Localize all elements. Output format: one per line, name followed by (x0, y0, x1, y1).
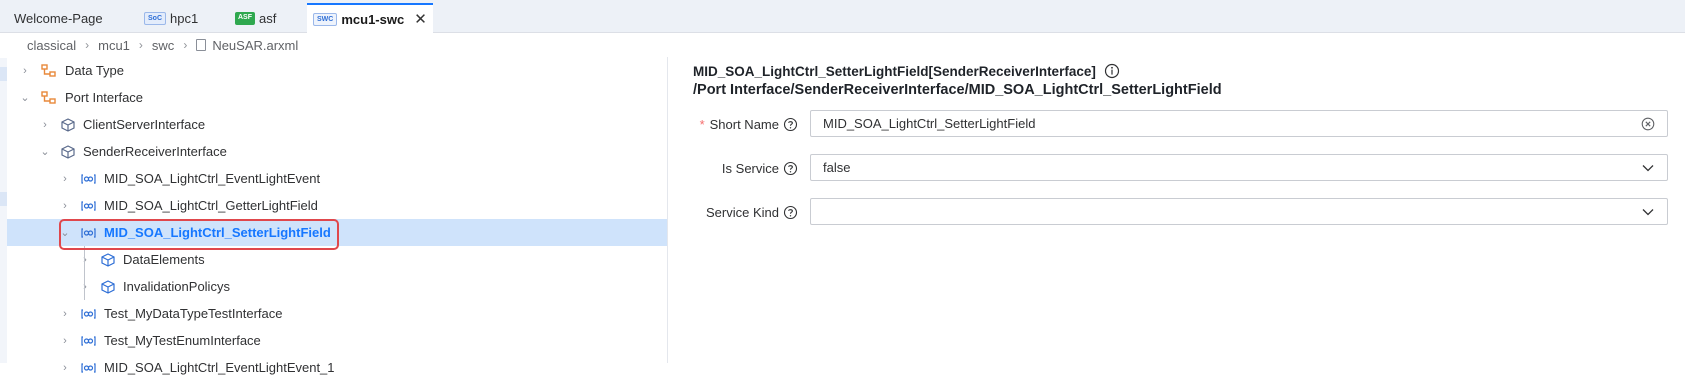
chevron-right-icon: › (85, 38, 90, 52)
tree-item-port-interface[interactable]: ⌄ Port Interface (7, 84, 667, 111)
tree-item-data-type[interactable]: › Data Type (7, 57, 667, 84)
tree-item-sender-receiver-interface[interactable]: ⌄ SenderReceiverInterface (7, 138, 667, 165)
chevron-right-icon[interactable]: › (39, 119, 51, 131)
swc-badge: SWC (313, 12, 338, 26)
short-name-value: MID_SOA_LightCtrl_SetterLightField (823, 116, 1036, 131)
breadcrumb: classical › mcu1 › swc › NeuSAR.arxml (27, 35, 298, 55)
info-icon[interactable] (1104, 63, 1120, 79)
short-name-label-text: Short Name (709, 116, 779, 132)
tree-item-label: Test_MyTestEnumInterface (104, 333, 261, 348)
short-name-input[interactable]: MID_SOA_LightCtrl_SetterLightField (810, 110, 1668, 137)
breadcrumb-item[interactable]: NeuSAR.arxml (212, 38, 298, 53)
tree-item-label: MID_SOA_LightCtrl_EventLightEvent (104, 171, 321, 186)
clear-icon[interactable] (1641, 117, 1655, 131)
asf-badge: ASF (235, 11, 255, 25)
chevron-right-icon: › (138, 38, 143, 52)
selection-highlight (59, 219, 339, 250)
chevron-right-icon[interactable]: › (59, 173, 71, 185)
detail-path: /Port Interface/SenderReceiverInterface/… (693, 82, 1222, 98)
tab-label: mcu1-swc (341, 11, 405, 27)
box-icon (101, 279, 115, 294)
tree-view: › Data Type ⌄ Port Interface › ClientSer… (7, 57, 667, 375)
detail-title-text: MID_SOA_LightCtrl_SetterLightField[Sende… (693, 63, 1096, 79)
tab-mcu1-swc[interactable]: SWC mcu1-swc ✕ (307, 3, 433, 33)
tree-item-event-light-event-1[interactable]: › MID_SOA_LightCtrl_EventLightEvent_1 (7, 354, 667, 381)
chevron-right-icon[interactable]: › (79, 254, 91, 266)
link-icon (81, 362, 96, 374)
gutter-marker (0, 67, 7, 81)
box-icon (61, 144, 75, 159)
tab-hpc1[interactable]: SoC hpc1 (144, 3, 198, 33)
service-kind-select[interactable] (810, 198, 1668, 225)
left-gutter (0, 58, 7, 363)
service-kind-label-text: Service Kind (706, 204, 779, 220)
detail-title: MID_SOA_LightCtrl_SetterLightField[Sende… (693, 63, 1120, 79)
tree-item-data-elements[interactable]: › DataElements (7, 246, 667, 273)
tree-item-label: MID_SOA_LightCtrl_EventLightEvent_1 (104, 360, 335, 375)
chevron-down-icon[interactable] (1641, 163, 1655, 173)
breadcrumb-item[interactable]: classical (27, 38, 76, 53)
question-icon[interactable] (783, 161, 798, 176)
required-mark: * (699, 116, 705, 132)
editor-tab-bar: Welcome-Page SoC hpc1 ASF asf SWC mcu1-s… (0, 0, 1685, 33)
breadcrumb-item[interactable]: swc (152, 38, 174, 53)
tree-item-label: InvalidationPolicys (123, 279, 230, 294)
is-service-label-text: Is Service (721, 160, 779, 176)
tree-item-label: Test_MyDataTypeTestInterface (104, 306, 283, 321)
tab-asf[interactable]: ASF asf (235, 3, 276, 33)
link-icon (81, 335, 96, 347)
tree-item-label: ClientServerInterface (83, 117, 206, 132)
link-icon (81, 308, 96, 320)
tree-item-label: SenderReceiverInterface (83, 144, 227, 159)
tree-item-event-light-event[interactable]: › MID_SOA_LightCtrl_EventLightEvent (7, 165, 667, 192)
chevron-right-icon[interactable]: › (59, 362, 71, 374)
link-icon (81, 200, 96, 212)
is-service-select[interactable]: false (810, 154, 1668, 181)
tree-item-label: Data Type (65, 63, 125, 78)
tab-label: asf (259, 10, 277, 26)
chevron-right-icon[interactable]: › (19, 65, 31, 77)
chevron-right-icon[interactable]: › (59, 200, 71, 212)
box-icon (61, 117, 75, 132)
indent-guide (84, 246, 85, 300)
is-service-label: Is Service (598, 158, 798, 178)
soc-badge: SoC (144, 11, 166, 25)
tree-item-label: DataElements (123, 252, 205, 267)
tree-item-client-server-interface[interactable]: › ClientServerInterface (7, 111, 667, 138)
box-icon (101, 252, 115, 267)
question-icon[interactable] (783, 117, 798, 132)
hierarchy-icon (41, 63, 57, 78)
tab-welcome-page[interactable]: Welcome-Page (14, 3, 103, 33)
tab-label: Welcome-Page (14, 10, 103, 26)
close-icon[interactable]: ✕ (414, 10, 427, 28)
tree-item-test-my-data-type-test-interface[interactable]: › Test_MyDataTypeTestInterface (7, 300, 667, 327)
chevron-right-icon: › (183, 38, 188, 52)
tree-item-getter-light-field[interactable]: › MID_SOA_LightCtrl_GetterLightField (7, 192, 667, 219)
short-name-label: * Short Name (598, 114, 798, 134)
link-icon (81, 173, 96, 185)
tree-item-test-my-test-enum-interface[interactable]: › Test_MyTestEnumInterface (7, 327, 667, 354)
chevron-down-icon[interactable] (1641, 207, 1655, 217)
chevron-down-icon[interactable]: ⌄ (39, 145, 51, 158)
hierarchy-icon (41, 90, 57, 105)
breadcrumb-item[interactable]: mcu1 (98, 38, 130, 53)
chevron-down-icon[interactable]: ⌄ (19, 91, 31, 104)
tree-item-label: Port Interface (65, 90, 144, 105)
chevron-right-icon[interactable]: › (59, 308, 71, 320)
tree-item-invalidation-policys[interactable]: › InvalidationPolicys (7, 273, 667, 300)
service-kind-label: Service Kind (598, 202, 798, 222)
tab-label: hpc1 (170, 10, 199, 26)
is-service-value: false (823, 160, 851, 175)
chevron-right-icon[interactable]: › (59, 335, 71, 347)
tree-item-label: MID_SOA_LightCtrl_GetterLightField (104, 198, 318, 213)
chevron-right-icon[interactable]: › (79, 281, 91, 293)
gutter-marker (0, 192, 7, 206)
file-icon (196, 39, 207, 51)
question-icon[interactable] (783, 205, 798, 220)
